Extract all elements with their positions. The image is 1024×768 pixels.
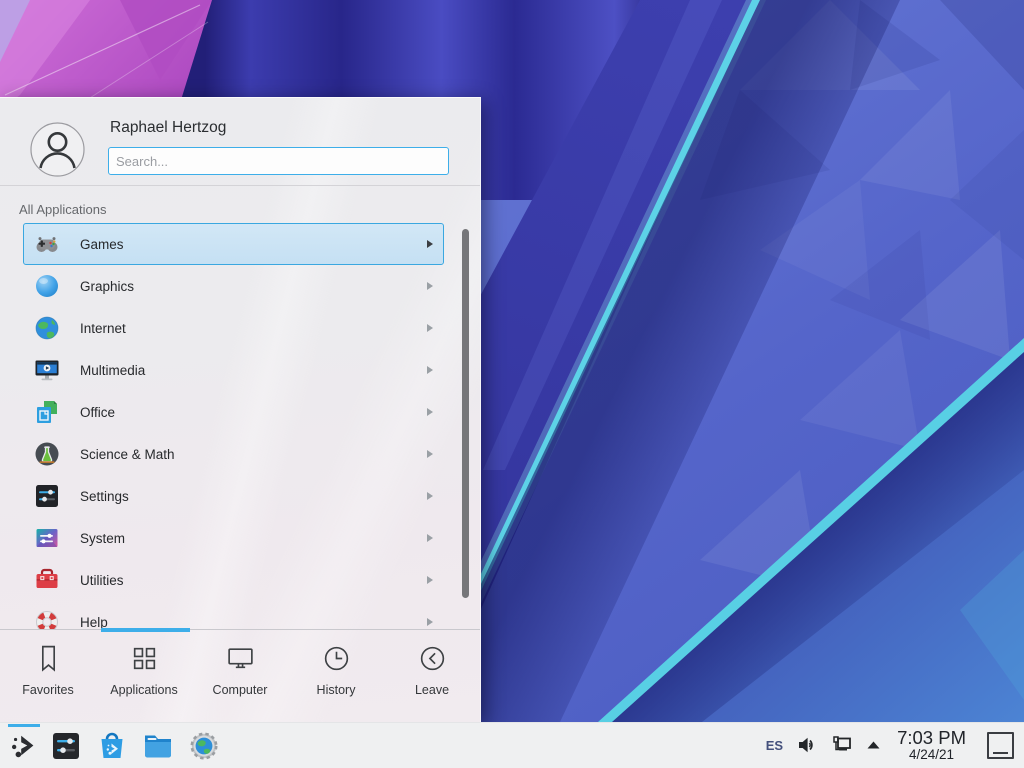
category-label: System [80, 531, 427, 546]
tab-computer[interactable]: Computer [192, 630, 288, 722]
list-scrollbar[interactable] [462, 229, 469, 598]
clock-icon [321, 643, 352, 674]
digital-clock[interactable]: 7:03 PM 4/24/21 [897, 728, 966, 763]
keyboard-layout-indicator[interactable]: ES [766, 738, 783, 753]
category-label: Multimedia [80, 363, 427, 378]
grid-icon [129, 643, 160, 674]
sphere-icon [34, 273, 60, 299]
launcher-tab-bar: Favorites Applications Computer [0, 629, 480, 722]
flask-icon [34, 441, 60, 467]
category-row-office[interactable]: Office [23, 391, 444, 433]
tab-favorites[interactable]: Favorites [0, 630, 96, 722]
category-row-internet[interactable]: Internet [23, 307, 444, 349]
system-settings-icon[interactable] [50, 730, 82, 762]
application-launcher-menu: Raphael Hertzog All Applications Games [0, 97, 481, 722]
category-row-multimedia[interactable]: Multimedia [23, 349, 444, 391]
show-desktop-button[interactable] [987, 732, 1014, 759]
expand-tray-caret-icon[interactable] [866, 740, 881, 750]
tab-applications[interactable]: Applications [96, 630, 192, 722]
launcher-header: Raphael Hertzog [0, 98, 480, 186]
volume-icon[interactable] [796, 734, 818, 756]
tab-leave[interactable]: Leave [384, 630, 480, 722]
tab-history[interactable]: History [288, 630, 384, 722]
system-tray: ES 7:03 PM 4/24/21 [766, 728, 1024, 763]
category-row-science-math[interactable]: Science & Math [23, 433, 444, 475]
tab-label: Leave [415, 683, 449, 697]
submenu-arrow-icon [427, 240, 433, 248]
application-category-list: Games Graphics [0, 223, 480, 629]
category-label: Office [80, 405, 427, 420]
lifebuoy-icon [34, 609, 60, 629]
submenu-arrow-icon [427, 408, 433, 416]
active-tab-indicator [101, 628, 190, 632]
web-browser-icon[interactable] [188, 730, 220, 762]
wired-network-icon[interactable] [831, 734, 853, 756]
clock-time: 7:03 PM [897, 728, 966, 748]
category-label: Settings [80, 489, 427, 504]
tab-label: Favorites [22, 683, 73, 697]
submenu-arrow-icon [427, 366, 433, 374]
kickoff-icon [9, 731, 39, 761]
monitor-play-icon [34, 357, 60, 383]
bookmark-icon [33, 643, 64, 674]
category-row-graphics[interactable]: Graphics [23, 265, 444, 307]
category-row-utilities[interactable]: Utilities [23, 559, 444, 601]
documents-icon [34, 399, 60, 425]
sliders-dark-icon [34, 483, 60, 509]
file-manager-icon[interactable] [142, 730, 174, 762]
category-label: Utilities [80, 573, 427, 588]
desktop: Raphael Hertzog All Applications Games [0, 0, 1024, 768]
submenu-arrow-icon [427, 450, 433, 458]
show-desktop-glyph [993, 752, 1008, 754]
pinned-task-icons [50, 730, 234, 762]
toolbox-icon [34, 567, 60, 593]
user-avatar[interactable] [30, 122, 85, 177]
category-label: Help [80, 615, 427, 630]
application-launcher-button[interactable] [0, 723, 47, 768]
sliders-color-icon [34, 525, 60, 551]
category-row-system[interactable]: System [23, 517, 444, 559]
leave-circle-icon [417, 643, 448, 674]
search-input[interactable] [108, 147, 449, 175]
globe-icon [34, 315, 60, 341]
tab-label: History [317, 683, 356, 697]
discover-store-icon[interactable] [96, 730, 128, 762]
gamepad-icon [34, 231, 60, 257]
category-label: Graphics [80, 279, 427, 294]
tab-label: Applications [110, 683, 177, 697]
submenu-arrow-icon [427, 618, 433, 626]
submenu-arrow-icon [427, 492, 433, 500]
submenu-arrow-icon [427, 534, 433, 542]
category-label: Games [80, 237, 427, 252]
category-row-games[interactable]: Games [23, 223, 444, 265]
user-name: Raphael Hertzog [110, 119, 226, 137]
section-label: All Applications [19, 202, 106, 217]
clock-date: 4/24/21 [897, 748, 966, 763]
launcher-active-indicator [8, 724, 40, 727]
submenu-arrow-icon [427, 324, 433, 332]
submenu-arrow-icon [427, 282, 433, 290]
taskbar-panel: ES 7:03 PM 4/24/21 [0, 722, 1024, 768]
category-row-help[interactable]: Help [23, 601, 444, 629]
tab-label: Computer [213, 683, 268, 697]
submenu-arrow-icon [427, 576, 433, 584]
category-row-settings[interactable]: Settings [23, 475, 444, 517]
computer-icon [225, 643, 256, 674]
category-label: Internet [80, 321, 427, 336]
category-label: Science & Math [80, 447, 427, 462]
